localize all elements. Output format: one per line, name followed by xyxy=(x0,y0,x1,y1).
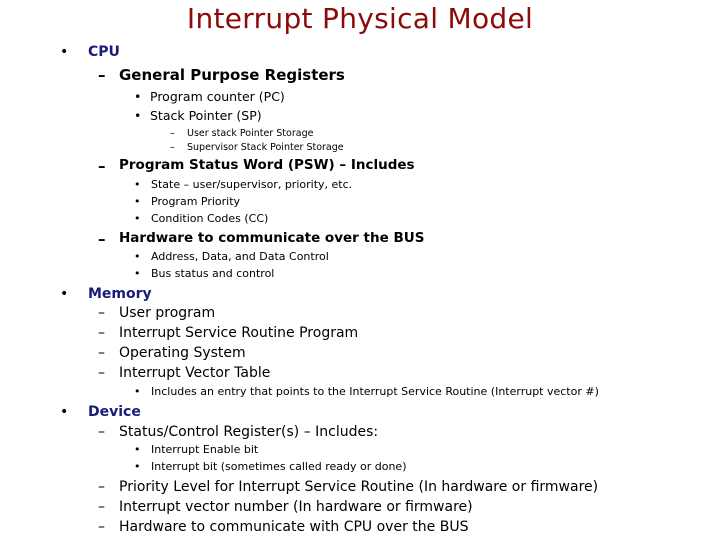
bullet-icon: • xyxy=(134,212,141,225)
bullet-icon: • xyxy=(134,385,141,398)
dash-icon: – xyxy=(98,499,105,515)
dash-icon: – xyxy=(170,128,175,139)
hw-item: Address, Data, and Data Control xyxy=(151,250,329,263)
scr-item: Interrupt Enable bit xyxy=(151,443,259,456)
section-cpu: CPU xyxy=(88,44,120,60)
scr-item: Interrupt bit (sometimes called ready or… xyxy=(151,460,407,473)
bullet-icon: • xyxy=(134,267,141,280)
memory-item: Operating System xyxy=(119,345,246,361)
memory-item: Interrupt Service Routine Program xyxy=(119,325,359,341)
dash-icon: – xyxy=(98,157,106,175)
bullet-icon: • xyxy=(134,250,141,263)
dash-icon: – xyxy=(98,305,105,321)
bullet-icon: • xyxy=(134,460,141,473)
device-item: Priority Level for Interrupt Service Rou… xyxy=(119,479,599,495)
dash-icon: – xyxy=(98,365,105,381)
dash-icon: – xyxy=(98,325,105,341)
bullet-icon: • xyxy=(60,44,69,60)
sp-sub-item: Supervisor Stack Pointer Storage xyxy=(187,142,344,153)
memory-item: Interrupt Vector Table xyxy=(119,365,271,381)
dash-icon: – xyxy=(98,519,105,535)
psw-heading: Program Status Word (PSW) – Includes xyxy=(119,157,415,173)
bullet-icon: • xyxy=(60,286,69,302)
ivt-sub-item: Includes an entry that points to the Int… xyxy=(151,385,599,398)
slide-title: Interrupt Physical Model xyxy=(186,2,534,35)
bullet-icon: • xyxy=(60,404,69,420)
dash-icon: – xyxy=(98,66,106,84)
psw-item: Program Priority xyxy=(151,195,241,208)
bullet-icon: • xyxy=(134,195,141,208)
dash-icon: – xyxy=(98,424,105,440)
dash-icon: – xyxy=(98,230,106,248)
dash-icon: – xyxy=(98,479,105,495)
sp-sub-item: User stack Pointer Storage xyxy=(187,128,314,139)
bullet-icon: • xyxy=(134,178,141,191)
gpr-heading: General Purpose Registers xyxy=(119,66,345,84)
scr-heading: Status/Control Register(s) – Includes: xyxy=(119,424,379,440)
psw-item: Condition Codes (CC) xyxy=(151,212,269,225)
psw-item: State – user/supervisor, priority, etc. xyxy=(151,178,353,191)
gpr-item: Program counter (PC) xyxy=(150,89,285,104)
hw-heading: Hardware to communicate over the BUS xyxy=(119,230,425,246)
hw-item: Bus status and control xyxy=(151,267,275,280)
bullet-icon: • xyxy=(134,89,142,104)
gpr-item: Stack Pointer (SP) xyxy=(150,108,262,123)
bullet-icon: • xyxy=(134,443,141,456)
section-memory: Memory xyxy=(88,286,152,302)
dash-icon: – xyxy=(98,345,105,361)
device-item: Interrupt vector number (In hardware or … xyxy=(119,499,473,515)
dash-icon: – xyxy=(170,142,175,153)
section-device: Device xyxy=(88,404,141,420)
bullet-icon: • xyxy=(134,108,142,123)
device-item: Hardware to communicate with CPU over th… xyxy=(119,519,469,535)
memory-item: User program xyxy=(119,305,216,321)
